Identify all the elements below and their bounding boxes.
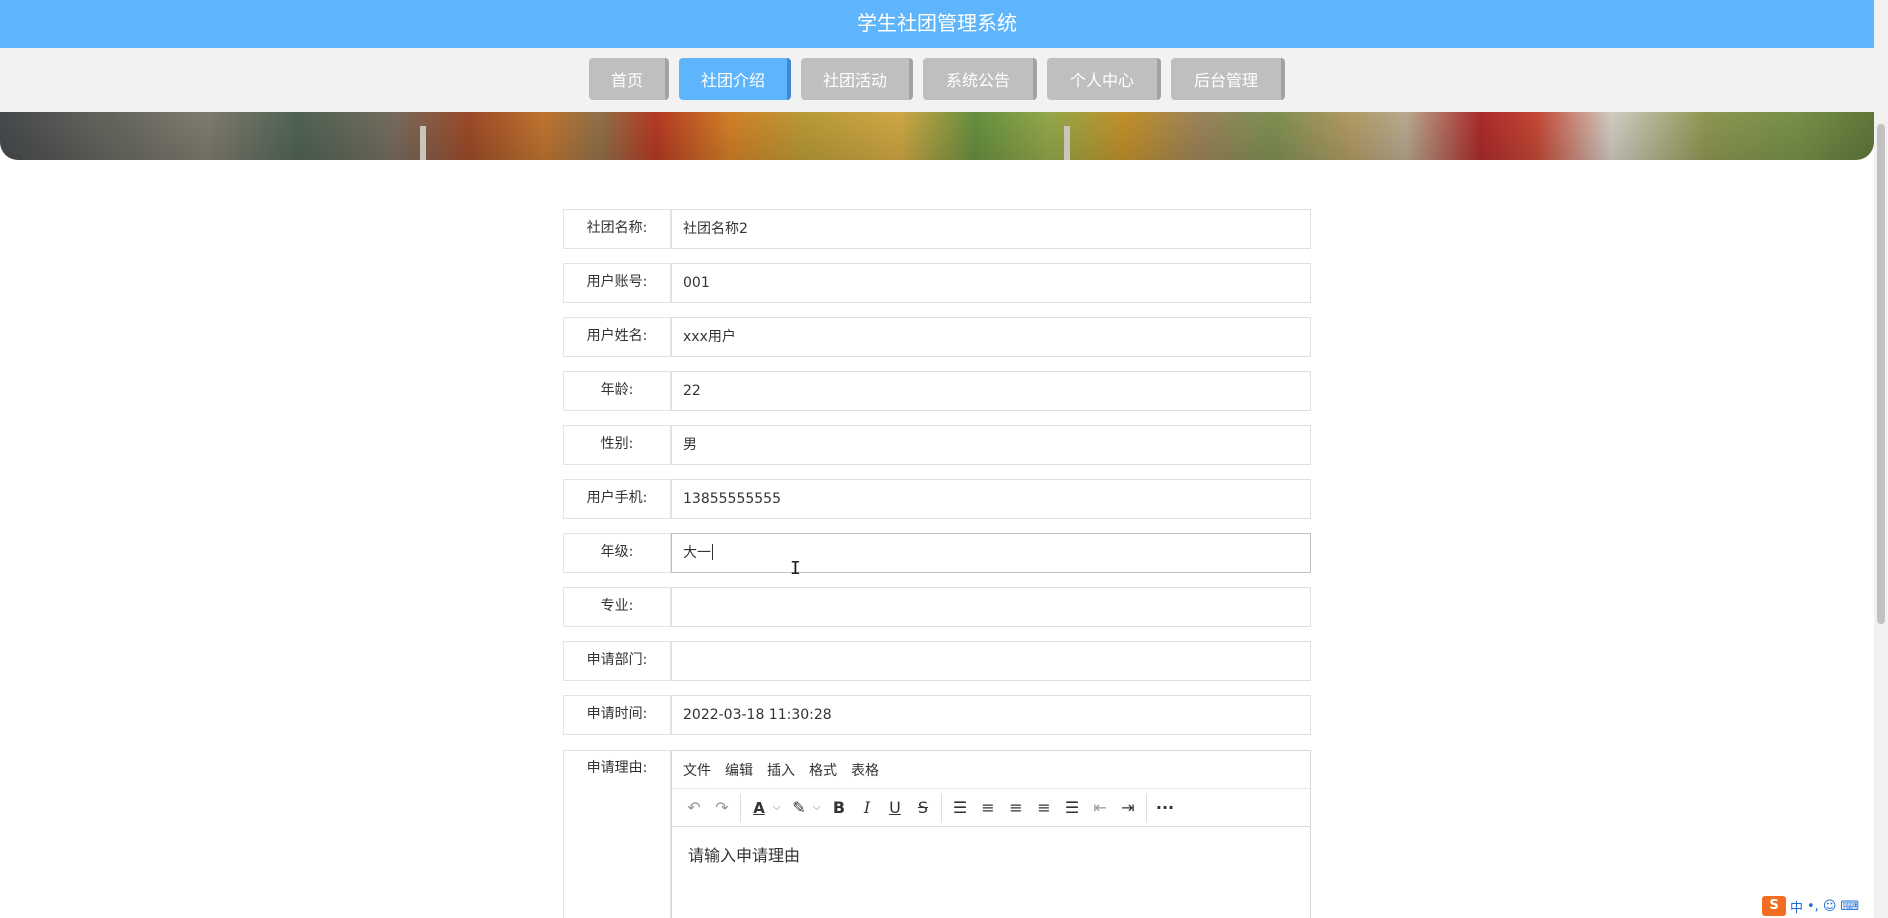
department-label: 申请部门: xyxy=(563,641,671,681)
ime-punctuation[interactable]: •, xyxy=(1807,899,1819,914)
department-field[interactable] xyxy=(671,641,1311,681)
major-field[interactable] xyxy=(671,587,1311,627)
nav-personal-center[interactable]: 个人中心 xyxy=(1047,58,1161,100)
row-apply-time: 申请时间: 2022-03-18 11:30:28 xyxy=(563,695,1311,735)
age-label: 年龄: xyxy=(563,371,671,411)
club-name-field[interactable]: 社团名称2 xyxy=(671,209,1311,249)
font-color-icon[interactable]: A xyxy=(745,794,773,822)
align-justify-icon[interactable]: ☰ xyxy=(1058,794,1086,822)
main-nav: 首页 社团介绍 社团活动 系统公告 个人中心 后台管理 xyxy=(0,48,1874,112)
grade-field[interactable]: 大一 xyxy=(671,533,1311,573)
undo-icon[interactable]: ↶ xyxy=(680,794,708,822)
ime-logo-icon[interactable]: S xyxy=(1762,896,1786,916)
text-caret xyxy=(712,544,713,560)
more-icon[interactable]: ··· xyxy=(1151,794,1179,822)
menu-edit[interactable]: 编辑 xyxy=(725,760,753,780)
page: 学生社团管理系统 首页 社团介绍 社团活动 系统公告 个人中心 后台管理 社团名… xyxy=(0,0,1874,918)
align-center-icon[interactable]: ≡ xyxy=(1002,794,1030,822)
account-field[interactable]: 001 xyxy=(671,263,1311,303)
emoji-icon[interactable]: ☺ xyxy=(1823,899,1837,914)
phone-field[interactable]: 13855555555 xyxy=(671,479,1311,519)
row-gender: 性别: 男 xyxy=(563,425,1311,465)
editor-toolbar: ↶ ↷ A ⌵ ✎ ⌵ B I U S ☰ ≡ ≡ ≡ ☰ ⇤ ⇥ ··· xyxy=(672,789,1310,827)
row-major: 专业: xyxy=(563,587,1311,627)
nav-home[interactable]: 首页 xyxy=(589,58,669,100)
align-right-icon[interactable]: ≡ xyxy=(1030,794,1058,822)
site-title: 学生社团管理系统 xyxy=(0,0,1874,48)
apply-time-field[interactable]: 2022-03-18 11:30:28 xyxy=(671,695,1311,735)
major-label: 专业: xyxy=(563,587,671,627)
nav-admin[interactable]: 后台管理 xyxy=(1171,58,1285,100)
account-label: 用户账号: xyxy=(563,263,671,303)
row-phone: 用户手机: 13855555555 xyxy=(563,479,1311,519)
highlight-color-icon[interactable]: ✎ xyxy=(785,794,813,822)
grade-label: 年级: xyxy=(563,533,671,573)
row-account: 用户账号: 001 xyxy=(563,263,1311,303)
menu-insert[interactable]: 插入 xyxy=(767,760,795,780)
nav-announcements[interactable]: 系统公告 xyxy=(923,58,1037,100)
chevron-down-icon[interactable]: ⌵ xyxy=(773,802,785,813)
italic-icon[interactable]: I xyxy=(853,794,881,822)
banner-image xyxy=(0,112,1874,160)
chevron-down-icon[interactable]: ⌵ xyxy=(813,802,825,813)
grade-value: 大一 xyxy=(683,545,711,561)
align-left-icon[interactable]: ≡ xyxy=(974,794,1002,822)
text-cursor-icon: I xyxy=(790,558,801,579)
row-reason: 申请理由: 文件 编辑 插入 格式 表格 ↶ ↷ A ⌵ ✎ ⌵ B I U S… xyxy=(563,750,1311,918)
row-grade: 年级: 大一 xyxy=(563,533,1311,573)
club-name-label: 社团名称: xyxy=(563,209,671,249)
row-club-name: 社团名称: 社团名称2 xyxy=(563,209,1311,249)
bold-icon[interactable]: B xyxy=(825,794,853,822)
line-height-icon[interactable]: ☰ xyxy=(946,794,974,822)
nav-club-activities[interactable]: 社团活动 xyxy=(801,58,913,100)
underline-icon[interactable]: U xyxy=(881,794,909,822)
outdent-icon[interactable]: ⇤ xyxy=(1086,794,1114,822)
row-user-name: 用户姓名: xxx用户 xyxy=(563,317,1311,357)
gender-field[interactable]: 男 xyxy=(671,425,1311,465)
reason-editor: 文件 编辑 插入 格式 表格 ↶ ↷ A ⌵ ✎ ⌵ B I U S ☰ ≡ ≡… xyxy=(671,750,1311,918)
gender-label: 性别: xyxy=(563,425,671,465)
editor-menubar: 文件 编辑 插入 格式 表格 xyxy=(672,751,1310,789)
row-age: 年龄: 22 xyxy=(563,371,1311,411)
redo-icon[interactable]: ↷ xyxy=(708,794,736,822)
scrollbar-thumb[interactable] xyxy=(1877,124,1885,624)
menu-format[interactable]: 格式 xyxy=(809,760,837,780)
phone-label: 用户手机: xyxy=(563,479,671,519)
strikethrough-icon[interactable]: S xyxy=(909,794,937,822)
ime-status-bar: S 中 •, ☺ ⌨ xyxy=(1762,896,1859,916)
user-name-label: 用户姓名: xyxy=(563,317,671,357)
keyboard-icon[interactable]: ⌨ xyxy=(1840,899,1859,914)
menu-file[interactable]: 文件 xyxy=(683,760,711,780)
row-department: 申请部门: xyxy=(563,641,1311,681)
age-field[interactable]: 22 xyxy=(671,371,1311,411)
reason-label: 申请理由: xyxy=(563,750,671,918)
nav-club-intro[interactable]: 社团介绍 xyxy=(679,58,791,100)
menu-table[interactable]: 表格 xyxy=(851,760,879,780)
reason-editor-body[interactable]: 请输入申请理由 xyxy=(672,827,1310,881)
user-name-field[interactable]: xxx用户 xyxy=(671,317,1311,357)
ime-mode[interactable]: 中 xyxy=(1790,897,1803,916)
indent-icon[interactable]: ⇥ xyxy=(1114,794,1142,822)
apply-time-label: 申请时间: xyxy=(563,695,671,735)
page-scrollbar[interactable] xyxy=(1874,0,1888,918)
